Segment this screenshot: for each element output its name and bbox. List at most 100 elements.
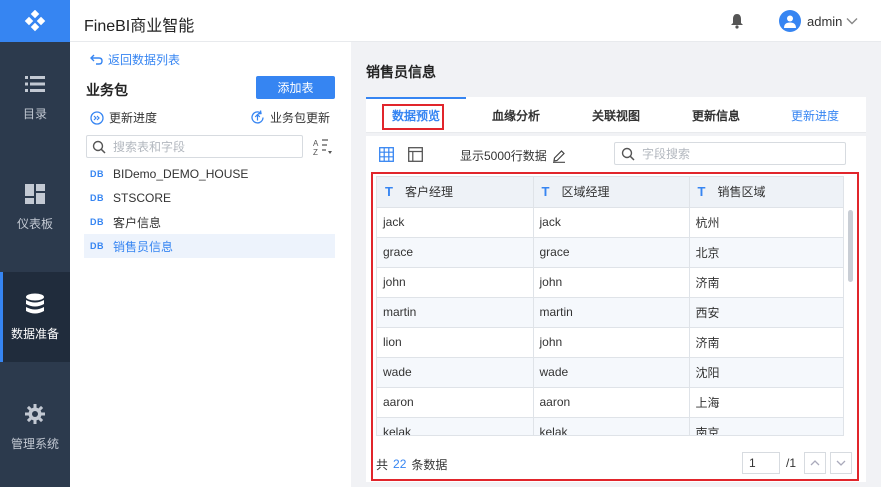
total-suffix: 条数据 <box>411 457 448 472</box>
data-preview-panel: T 客户经理 T 区域经理 T 销售区域 jack jack 杭州 grace grace 北… <box>366 172 866 482</box>
update-progress-button[interactable]: 更新进度 <box>90 109 157 126</box>
table-list: DB BIDemo_DEMO_HOUSE DB STSCORE DB 客户信息 … <box>84 162 335 258</box>
total-count: 22 <box>393 457 407 471</box>
nav-item-label: 目录 <box>22 106 47 121</box>
sort-icon[interactable]: A Z <box>312 137 334 157</box>
db-table-icon: DB <box>90 217 104 227</box>
total-prefix: 共 <box>376 457 389 472</box>
left-nav: 目录 仪表板 数据准备 管理系统 <box>0 0 70 487</box>
user-name[interactable]: admin <box>807 14 842 29</box>
table-cell: grace <box>377 237 534 268</box>
table-item[interactable]: DB 客户信息 <box>84 210 335 234</box>
table-row: lion john 济南 <box>377 327 843 358</box>
finebi-logo-icon <box>24 10 46 32</box>
nav-item-label: 管理系统 <box>10 436 59 451</box>
page-number-input[interactable] <box>742 452 780 474</box>
add-table-button[interactable]: 添加表 <box>256 76 335 99</box>
table-item[interactable]: DB BIDemo_DEMO_HOUSE <box>84 162 335 186</box>
back-label: 返回数据列表 <box>108 53 181 67</box>
logo[interactable] <box>0 0 70 42</box>
page-total: /1 <box>786 456 797 470</box>
tab-relation-view[interactable]: 关联视图 <box>566 97 666 133</box>
column-name: 区域经理 <box>561 185 610 200</box>
db-table-icon: DB <box>90 241 104 251</box>
chevron-down-icon[interactable] <box>845 14 859 28</box>
user-icon <box>784 15 796 28</box>
nav-item-label: 仪表板 <box>16 216 53 231</box>
text-type-icon: T <box>385 184 393 200</box>
table-cell: martin <box>377 297 534 328</box>
scrollbar-thumb[interactable] <box>848 210 853 282</box>
refresh-icon <box>251 110 264 124</box>
table-cell: 沈阳 <box>689 357 843 388</box>
rows-limit-label: 显示5000行数据 <box>460 149 547 163</box>
column-header[interactable]: T 区域经理 <box>533 177 690 208</box>
table-cell: 南京 <box>689 417 843 435</box>
prev-page-button[interactable] <box>804 452 826 474</box>
nav-item-admin[interactable]: 管理系统 <box>0 382 70 472</box>
table-cell: wade <box>533 357 690 388</box>
search-icon <box>92 140 106 154</box>
table-item-name: 销售员信息 <box>113 239 174 254</box>
package-update-label: 业务包更新 <box>270 111 331 125</box>
back-to-data-list-link[interactable]: 返回数据列表 <box>90 51 180 68</box>
search-icon <box>621 147 635 161</box>
nav-item-label: 数据准备 <box>10 326 59 341</box>
table-cell: wade <box>377 357 534 388</box>
svg-text:A: A <box>313 139 319 148</box>
rows-limit[interactable]: 显示5000行数据 <box>460 147 566 164</box>
preview-toolbar: 显示5000行数据 <box>366 136 866 172</box>
grid-scrollbar[interactable] <box>846 208 854 438</box>
table-cell: 上海 <box>689 387 843 418</box>
bell-icon[interactable] <box>730 13 744 29</box>
table-row: wade wade 沈阳 <box>377 357 843 388</box>
table-item-name: 客户信息 <box>113 215 162 230</box>
update-progress-link[interactable]: 更新进度 <box>791 97 839 133</box>
dashboard-icon <box>24 183 46 205</box>
db-table-icon: DB <box>90 193 104 203</box>
table-item-selected[interactable]: DB 销售员信息 <box>84 234 335 258</box>
table-row: martin martin 西安 <box>377 297 843 328</box>
column-header[interactable]: T 客户经理 <box>377 177 534 208</box>
tab-update-info[interactable]: 更新信息 <box>666 97 766 133</box>
table-item-name: BIDemo_DEMO_HOUSE <box>113 167 249 181</box>
database-icon <box>24 293 46 315</box>
table-row: grace grace 北京 <box>377 237 843 268</box>
nav-item-data-prep[interactable]: 数据准备 <box>0 272 70 362</box>
table-cell: john <box>533 267 690 298</box>
table-cell: 济南 <box>689 267 843 298</box>
table-cell: 济南 <box>689 327 843 358</box>
field-search-input[interactable] <box>642 146 832 161</box>
grid-footer: 共 22 条数据 /1 <box>376 452 854 476</box>
list-icon <box>24 73 46 95</box>
next-page-button[interactable] <box>830 452 852 474</box>
table-search-input[interactable] <box>113 139 293 154</box>
nav-item-dashboard[interactable]: 仪表板 <box>0 162 70 252</box>
table-cell: kelak <box>533 417 690 435</box>
gear-icon <box>24 403 46 425</box>
grid-view-icon[interactable] <box>379 147 394 162</box>
tab-data-preview[interactable]: 数据预览 <box>366 97 466 133</box>
table-cell: grace <box>533 237 690 268</box>
tab-lineage[interactable]: 血缘分析 <box>466 97 566 133</box>
table-item[interactable]: DB STSCORE <box>84 186 335 210</box>
avatar[interactable] <box>779 10 801 32</box>
db-table-icon: DB <box>90 169 104 179</box>
data-grid: T 客户经理 T 区域经理 T 销售区域 jack jack 杭州 grace grace 北… <box>376 176 844 436</box>
table-cell: lion <box>377 327 534 358</box>
package-update-button[interactable]: 业务包更新 <box>250 109 330 126</box>
table-cell: kelak <box>377 417 534 435</box>
column-name: 销售区域 <box>717 185 766 200</box>
detail-tabs: 数据预览 血缘分析 关联视图 更新信息 更新进度 <box>366 97 866 133</box>
nav-item-catalog[interactable]: 目录 <box>0 52 70 142</box>
column-header[interactable]: T 销售区域 <box>689 177 843 208</box>
table-cell: 西安 <box>689 297 843 328</box>
chevron-up-icon <box>810 460 820 466</box>
app-title: FineBI商业智能 <box>84 18 195 35</box>
update-progress-label: 更新进度 <box>109 111 158 125</box>
text-type-icon: T <box>697 184 706 200</box>
field-search <box>614 142 846 165</box>
edit-icon[interactable] <box>552 149 566 163</box>
table-row: jack jack 杭州 <box>377 207 843 238</box>
detail-view-icon[interactable] <box>408 147 423 162</box>
